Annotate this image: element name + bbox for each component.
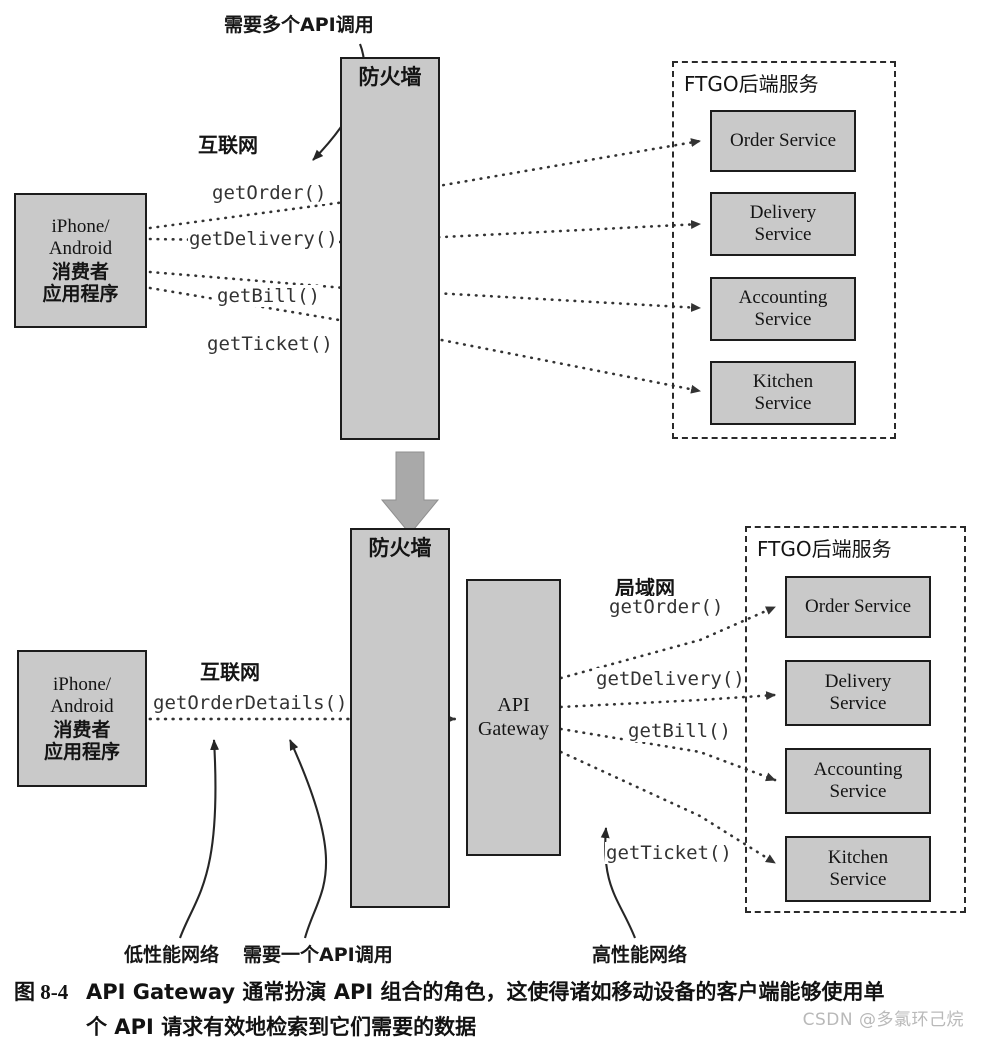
api-gateway-line2: Gateway <box>477 717 550 740</box>
bottom-call-label-get-order-details: getOrderDetails() <box>152 692 349 714</box>
top-service-delivery-line1: Delivery <box>749 201 817 223</box>
csdn-watermark: CSDN @多氯环己烷 <box>802 1010 964 1030</box>
bottom-client-line2: Android <box>50 696 114 718</box>
top-firewall-label: 防火墙 <box>358 65 422 89</box>
bottom-backend-title: FTGO后端服务 <box>757 537 892 561</box>
top-service-accounting[interactable]: Accounting Service <box>710 277 856 341</box>
top-service-kitchen-line2: Service <box>754 393 812 414</box>
top-client-line4: 应用程序 <box>42 282 119 305</box>
top-firewall-box[interactable]: 防火墙 <box>340 57 440 440</box>
top-client-line2: Android <box>48 238 113 260</box>
annotation-single-api-call: 需要一个API调用 <box>243 944 393 966</box>
top-client-line1: iPhone/ <box>51 215 110 237</box>
bottom-client-line3: 消费者 <box>53 718 111 741</box>
bottom-service-delivery-line2: Service <box>829 693 887 714</box>
bottom-service-kitchen-line1: Kitchen <box>827 846 889 868</box>
bottom-service-accounting-line1: Accounting <box>813 758 903 780</box>
top-service-delivery-line2: Service <box>754 224 812 245</box>
bottom-call-label-get-bill: getBill() <box>627 720 732 742</box>
bottom-service-accounting[interactable]: Accounting Service <box>785 748 931 814</box>
top-service-delivery[interactable]: Delivery Service <box>710 192 856 256</box>
api-gateway-line1: API <box>497 693 530 716</box>
bottom-firewall-box[interactable]: 防火墙 <box>350 528 450 908</box>
top-service-accounting-line1: Accounting <box>738 286 828 308</box>
bottom-service-accounting-line2: Service <box>829 781 887 802</box>
low-perf-arrow <box>179 739 220 939</box>
bottom-call-label-get-delivery: getDelivery() <box>595 668 746 690</box>
bottom-client-line4: 应用程序 <box>43 740 120 763</box>
top-backend-title: FTGO后端服务 <box>684 72 819 96</box>
top-network-label: 互联网 <box>198 133 258 157</box>
transition-arrow <box>380 451 440 535</box>
figure-caption-line1: API Gateway 通常扮演 API 组合的角色，这使得诸如移动设备的客户端… <box>86 980 885 1004</box>
top-annotation-label: 需要多个API调用 <box>224 14 374 36</box>
bottom-client-line1: iPhone/ <box>52 673 112 695</box>
bottom-client-box[interactable]: iPhone/ Android 消费者 应用程序 <box>17 650 147 787</box>
gw-call-line-get-delivery <box>559 691 777 709</box>
bottom-service-delivery[interactable]: Delivery Service <box>785 660 931 726</box>
bottom-network-label-left: 互联网 <box>200 660 260 684</box>
top-call-label-get-bill: getBill() <box>216 285 321 307</box>
bottom-service-kitchen-line2: Service <box>829 869 887 890</box>
figure-canvas: 需要多个API调用 互联网 iPhone/ Android 消费者 应用程序 防… <box>0 0 982 1042</box>
bottom-service-delivery-line1: Delivery <box>824 670 892 692</box>
top-call-label-get-ticket: getTicket() <box>206 333 334 355</box>
top-service-kitchen-line1: Kitchen <box>752 370 814 392</box>
bottom-call-label-get-ticket: getTicket() <box>605 842 733 864</box>
single-call-arrow <box>289 739 328 939</box>
bottom-call-label-get-order: getOrder() <box>608 596 725 618</box>
figure-number: 图 8-4 <box>14 980 69 1004</box>
annotation-high-perf-network: 高性能网络 <box>592 944 688 966</box>
bottom-service-order-line1: Order Service <box>804 595 912 617</box>
bottom-service-kitchen[interactable]: Kitchen Service <box>785 836 931 902</box>
top-client-box[interactable]: iPhone/ Android 消费者 应用程序 <box>14 193 147 328</box>
top-service-order-line1: Order Service <box>729 129 837 151</box>
top-service-accounting-line2: Service <box>754 309 812 330</box>
bottom-service-order[interactable]: Order Service <box>785 576 931 638</box>
top-call-label-get-order: getOrder() <box>211 182 328 204</box>
annotation-low-perf-network: 低性能网络 <box>124 944 220 966</box>
top-call-label-get-delivery: getDelivery() <box>188 228 339 250</box>
top-service-kitchen[interactable]: Kitchen Service <box>710 361 856 425</box>
top-client-line3: 消费者 <box>51 260 109 283</box>
bottom-firewall-label: 防火墙 <box>368 536 432 560</box>
api-gateway-box[interactable]: API Gateway <box>466 579 561 856</box>
top-service-order[interactable]: Order Service <box>710 110 856 172</box>
